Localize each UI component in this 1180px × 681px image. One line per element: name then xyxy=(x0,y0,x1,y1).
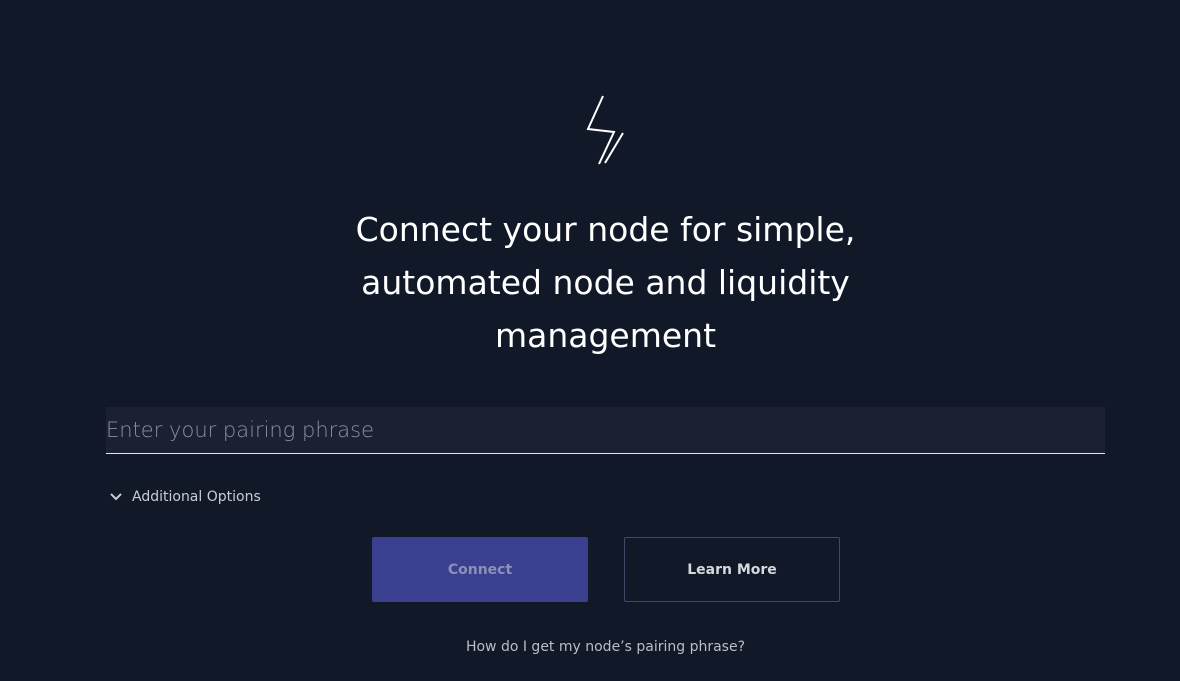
title-line-3: management xyxy=(494,316,717,355)
learn-more-button[interactable]: Learn More xyxy=(624,537,840,602)
connect-button[interactable]: Connect xyxy=(372,537,588,602)
additional-options-toggle[interactable]: Additional Options xyxy=(108,486,261,508)
pairing-phrase-help-link[interactable]: How do I get my node’s pairing phrase? xyxy=(0,639,1180,655)
pairing-phrase-field[interactable] xyxy=(106,407,1105,454)
connect-page: Connect your node for simple, automated … xyxy=(0,0,1180,681)
lightning-bolt-icon xyxy=(586,95,624,165)
page-title: Connect your node for simple, automated … xyxy=(0,203,1180,362)
additional-options-label: Additional Options xyxy=(132,489,261,505)
title-line-2: automated node and liquidity xyxy=(361,263,850,302)
title-line-1: Connect your node for simple, xyxy=(355,210,856,249)
chevron-down-icon xyxy=(110,493,122,501)
pairing-phrase-input[interactable] xyxy=(106,407,1105,453)
